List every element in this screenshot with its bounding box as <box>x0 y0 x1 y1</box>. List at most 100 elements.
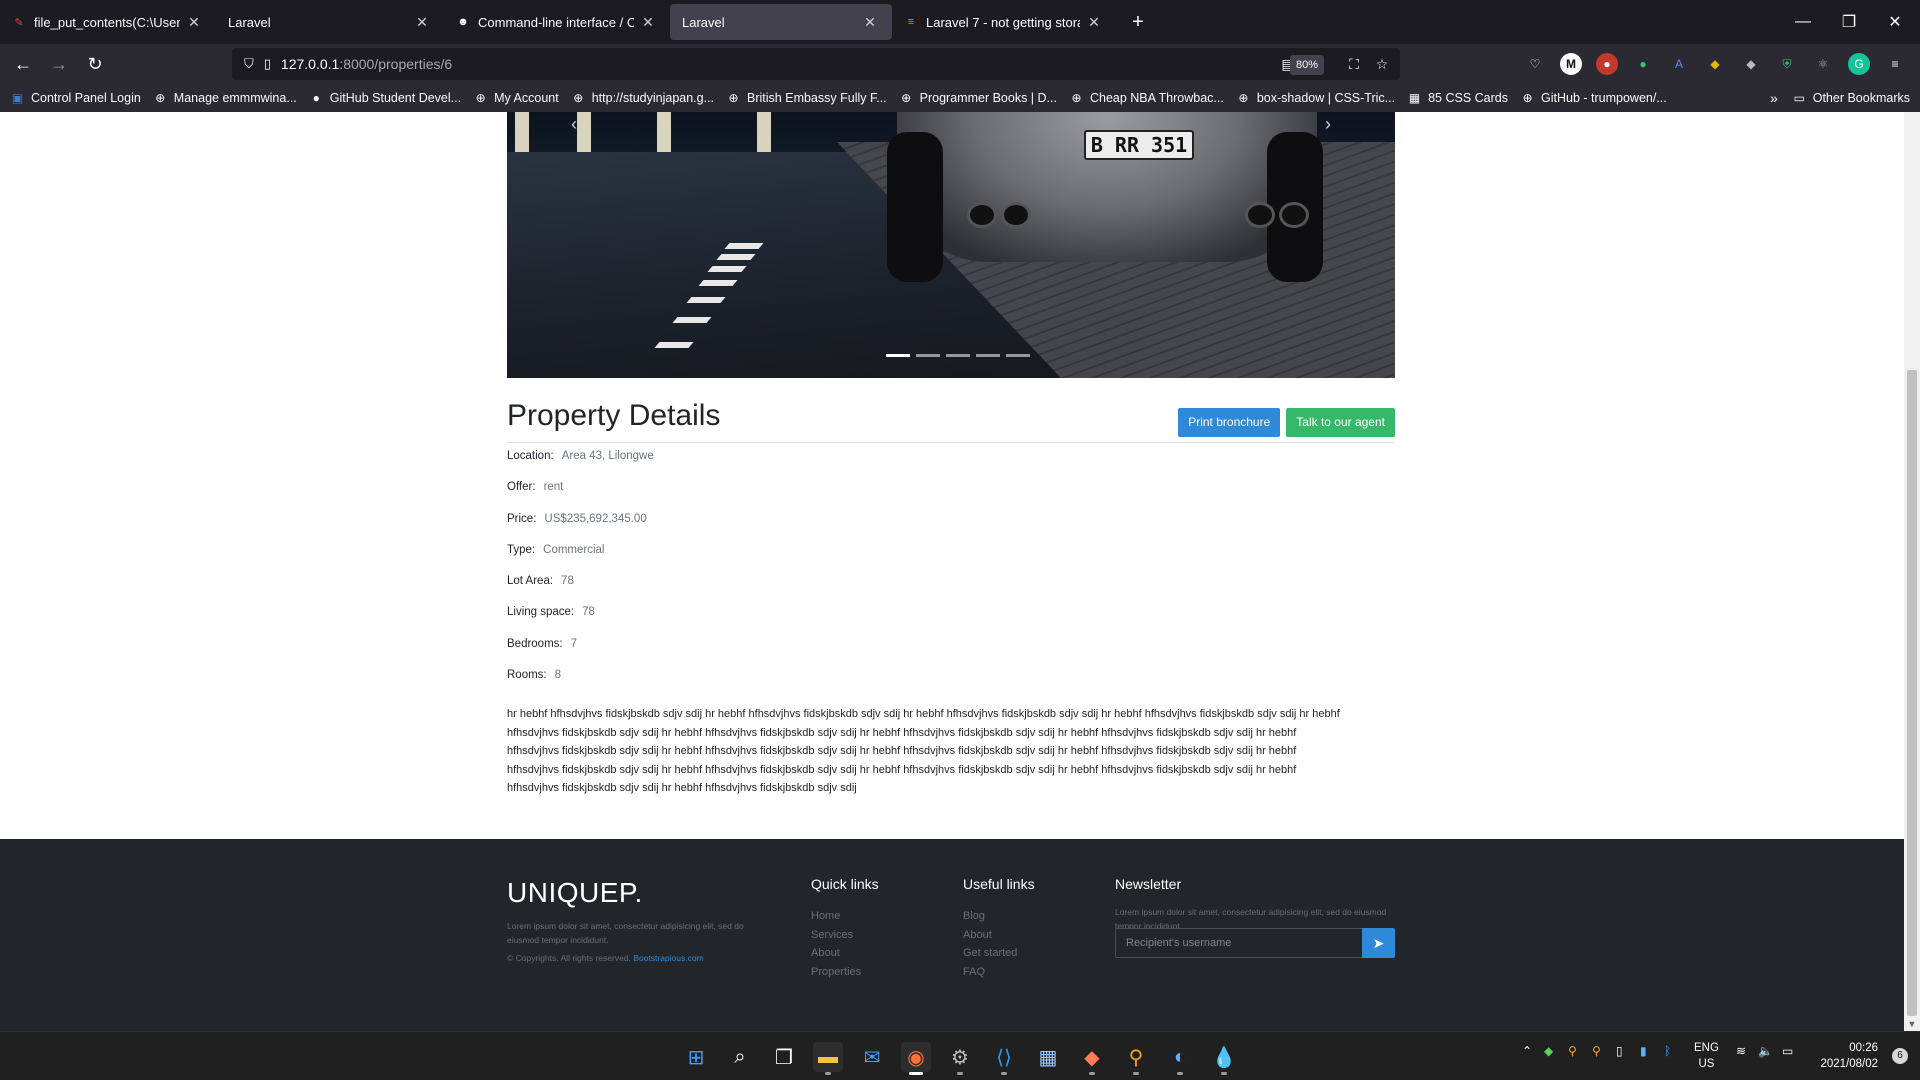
search-icon[interactable]: ⌕ <box>725 1042 755 1072</box>
tray-box-icon[interactable]: ▮ <box>1640 1044 1647 1058</box>
extension-colorful-icon[interactable]: ◆ <box>1704 53 1726 75</box>
bookmark-item[interactable]: ▦ 85 CSS Cards <box>1407 91 1508 106</box>
restore-icon[interactable]: ❐ <box>1826 0 1872 44</box>
pocket-icon[interactable]: ♡ <box>1524 53 1546 75</box>
footer-link-properties[interactable]: Properties <box>811 963 861 982</box>
footer-link-home[interactable]: Home <box>811 907 861 926</box>
page-icon[interactable]: ▯ <box>264 56 271 72</box>
grammarly-icon[interactable]: G <box>1848 53 1870 75</box>
tray-search-icon[interactable]: ⚲ <box>1568 1044 1577 1058</box>
bookmark-item[interactable]: ⊕ British Embassy Fully F... <box>726 91 887 106</box>
notification-count-badge[interactable]: 6 <box>1892 1048 1908 1064</box>
bookmark-item[interactable]: ⊕ My Account <box>473 91 559 106</box>
carousel-next-icon[interactable]: › <box>1313 114 1343 140</box>
extension-shield-icon[interactable]: ⛨ <box>1776 53 1798 75</box>
carousel-prev-icon[interactable]: ‹ <box>559 114 589 140</box>
new-tab-button[interactable]: + <box>1122 6 1154 38</box>
carousel-indicator[interactable] <box>916 354 940 357</box>
resource-monitor-icon[interactable]: ▦ <box>1033 1042 1063 1072</box>
bluetooth-icon[interactable]: ᛒ <box>1664 1044 1671 1058</box>
scroll-down-icon[interactable]: ▼ <box>1907 1019 1917 1029</box>
copyright-link[interactable]: Bootstrapious.com <box>633 953 703 963</box>
vscode-icon[interactable]: ⟨⟩ <box>989 1042 1019 1075</box>
other-bookmarks-label: Other Bookmarks <box>1812 91 1910 105</box>
footer-link-faq[interactable]: FAQ <box>963 963 1017 982</box>
tab-title: Command-line interface / Com <box>478 14 634 30</box>
git-icon[interactable]: ◆ <box>1077 1042 1107 1075</box>
extension-grey-icon[interactable]: ◆ <box>1740 53 1762 75</box>
other-bookmarks[interactable]: ▭ Other Bookmarks <box>1792 91 1910 106</box>
close-icon[interactable]: ✕ <box>414 14 430 30</box>
translate-icon[interactable]: ⛶ <box>1344 54 1364 74</box>
footer-link-blog[interactable]: Blog <box>963 907 1017 926</box>
file-explorer-icon[interactable]: ▬ <box>813 1042 843 1075</box>
bookmark-item[interactable]: ▣ Control Panel Login <box>10 91 141 106</box>
tab-1[interactable]: ✎ file_put_contents(C:\Users\Dell\ ✕ <box>0 4 216 40</box>
extension-m-icon[interactable]: M <box>1560 53 1582 75</box>
language-indicator[interactable]: ENG US <box>1694 1040 1719 1072</box>
chevron-double-right-icon[interactable]: » <box>1770 90 1778 106</box>
address-bar[interactable]: ⛉ ▯ 127.0.0.1:8000/properties/6 ▤ 80% ⛶ … <box>232 48 1400 80</box>
extension-react-icon[interactable]: ⚛ <box>1812 53 1834 75</box>
tab-3[interactable]: ☻ Command-line interface / Com ✕ <box>444 4 670 40</box>
footer-link-get-started[interactable]: Get started <box>963 944 1017 963</box>
menu-icon[interactable]: ≡ <box>1884 53 1906 75</box>
bookmark-item[interactable]: ⊕ GitHub - trumpowen/... <box>1520 91 1666 106</box>
close-icon[interactable]: ✕ <box>1086 14 1102 30</box>
task-view-icon[interactable]: ❐ <box>769 1042 799 1072</box>
start-icon[interactable]: ⊞ <box>681 1042 711 1072</box>
bookmark-item[interactable]: ● GitHub Student Devel... <box>309 91 461 106</box>
volume-icon[interactable]: 🔈 <box>1758 1044 1773 1058</box>
bookmark-item[interactable]: ⊕ Cheap NBA Throwbac... <box>1069 91 1223 106</box>
battery-icon[interactable]: ▭ <box>1782 1044 1793 1058</box>
chevron-up-icon[interactable]: ⌃ <box>1522 1044 1532 1058</box>
tab-2[interactable]: Laravel ✕ <box>216 4 444 40</box>
bookmark-item[interactable]: ⊕ http://studyinjapan.g... <box>571 91 714 106</box>
close-window-icon[interactable]: ✕ <box>1872 0 1918 44</box>
footer-link-about[interactable]: About <box>811 944 861 963</box>
settings-icon[interactable]: ⚙ <box>945 1042 975 1075</box>
carousel-indicator[interactable] <box>976 354 1000 357</box>
newsletter-email-input[interactable]: Recipient's username <box>1115 928 1363 958</box>
reload-icon[interactable]: ↻ <box>78 49 112 79</box>
tab-4-active[interactable]: Laravel ✕ <box>670 4 892 40</box>
print-brochure-button[interactable]: Print bronchure <box>1178 408 1281 437</box>
footer-link-about[interactable]: About <box>963 926 1017 945</box>
tray-app-icon[interactable]: ◆ <box>1544 1044 1553 1058</box>
mail-icon[interactable]: ✉ <box>857 1042 887 1072</box>
tab-5[interactable]: ≡ Laravel 7 - not getting storage i ✕ <box>892 4 1116 40</box>
footer-link-services[interactable]: Services <box>811 926 861 945</box>
app-icon[interactable]: ◐ <box>1165 1042 1195 1075</box>
clock[interactable]: 00:26 2021/08/02 <box>1820 1040 1878 1072</box>
talk-to-agent-button[interactable]: Talk to our agent <box>1286 408 1395 437</box>
scrollbar-thumb[interactable] <box>1907 370 1917 1016</box>
usb-icon[interactable]: ▯ <box>1616 1044 1623 1058</box>
firefox-icon[interactable]: ◉ <box>901 1042 931 1075</box>
tray-search-icon[interactable]: ⚲ <box>1592 1044 1601 1058</box>
extension-translate-icon[interactable]: A <box>1668 53 1690 75</box>
search-tool-icon[interactable]: ⚲ <box>1121 1042 1151 1075</box>
close-icon[interactable]: ✕ <box>640 14 656 30</box>
shield-icon[interactable]: ⛉ <box>244 56 254 72</box>
close-icon[interactable]: ✕ <box>186 14 202 30</box>
back-icon[interactable]: ← <box>6 49 40 79</box>
droplet-icon[interactable]: 💧 <box>1209 1042 1239 1075</box>
close-icon[interactable]: ✕ <box>862 14 878 30</box>
bookmark-item[interactable]: ⊕ box-shadow | CSS-Tric... <box>1236 91 1395 106</box>
footer-copyright: © Copyrights. All rights reserved. Boots… <box>507 951 704 965</box>
wifi-icon[interactable]: ≋ <box>1736 1044 1746 1058</box>
bookmark-star-icon[interactable]: ☆ <box>1372 54 1392 74</box>
carousel-indicator[interactable] <box>886 354 910 357</box>
carousel-indicator[interactable] <box>946 354 970 357</box>
forward-icon[interactable]: → <box>42 49 76 79</box>
bookmark-item[interactable]: ⊕ Manage emmmwina... <box>153 91 297 106</box>
minimize-icon[interactable]: — <box>1780 0 1826 44</box>
carousel-indicator[interactable] <box>1006 354 1030 357</box>
footer-brand[interactable]: UNIQUEP. <box>507 877 643 909</box>
send-icon[interactable]: ➤ <box>1362 928 1395 958</box>
extension-red-icon[interactable]: ● <box>1596 53 1618 75</box>
page-scrollbar[interactable]: ▼ <box>1904 112 1920 1031</box>
bookmark-item[interactable]: ⊕ Programmer Books | D... <box>899 91 1057 106</box>
zoom-level[interactable]: 80% <box>1289 55 1324 75</box>
extension-green-icon[interactable]: ● <box>1632 53 1654 75</box>
